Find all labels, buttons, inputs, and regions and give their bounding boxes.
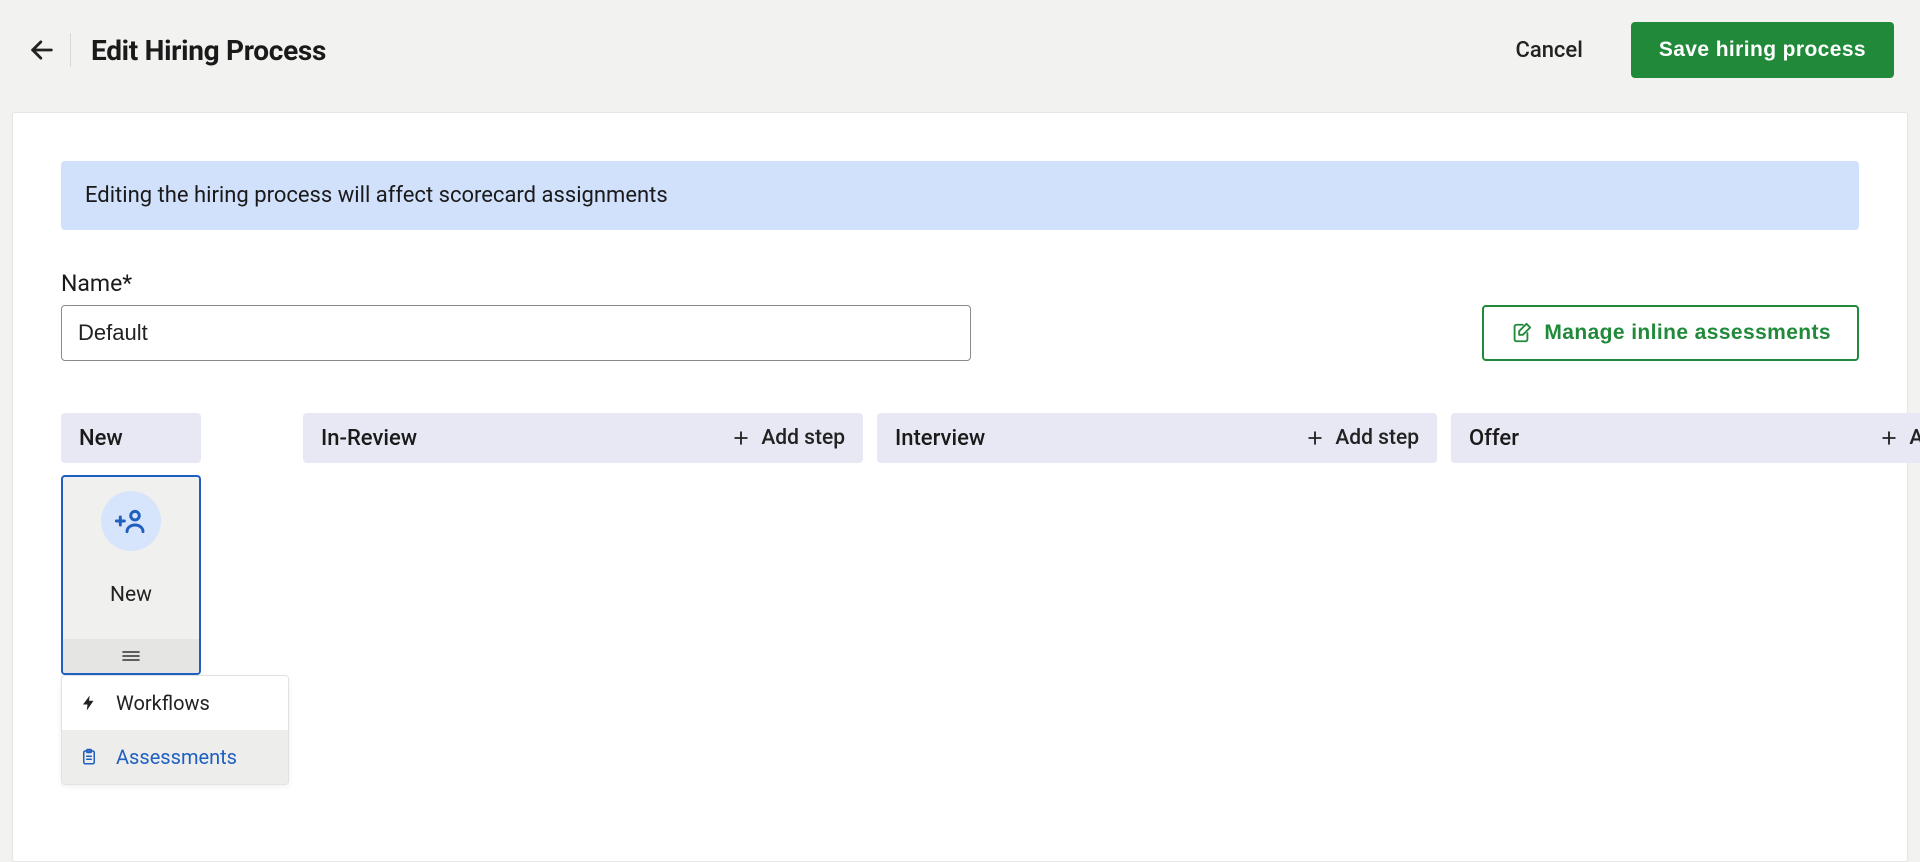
stage-column-interview: Interview Add step (877, 413, 1437, 463)
step-card-menu-handle[interactable] (63, 639, 199, 673)
manage-inline-assessments-label: Manage inline assessments (1544, 321, 1831, 345)
grip-lines-icon (121, 649, 141, 663)
add-step-offer[interactable]: Add step (1879, 426, 1920, 450)
info-banner: Editing the hiring process will affect s… (61, 161, 1859, 230)
add-step-in-review[interactable]: Add step (731, 426, 845, 450)
person-add-icon (115, 505, 147, 537)
stage-column-new: New New (61, 413, 289, 785)
stage-header-new: New (61, 413, 201, 463)
name-input[interactable] (61, 305, 971, 361)
save-hiring-process-button[interactable]: Save hiring process (1631, 22, 1894, 78)
stage-title-new: New (79, 426, 183, 451)
add-step-label: Add step (761, 426, 845, 450)
lightning-bolt-icon (80, 694, 102, 712)
add-step-label: Add step (1909, 426, 1920, 450)
name-label: Name* (61, 270, 971, 297)
back-button[interactable] (22, 30, 62, 70)
document-edit-icon (1510, 322, 1532, 344)
step-card-popover: Workflows Assessments (61, 675, 289, 785)
name-field-wrap: Name* (61, 270, 971, 361)
add-step-interview[interactable]: Add step (1305, 426, 1419, 450)
stage-title-interview: Interview (895, 426, 1293, 451)
stages-row: New New (61, 413, 1859, 785)
stage-column-in-review: In-Review Add step (303, 413, 863, 463)
plus-icon (1305, 428, 1325, 448)
step-icon-circle (101, 491, 161, 551)
plus-icon (1879, 428, 1899, 448)
add-step-label: Add step (1335, 426, 1419, 450)
manage-inline-assessments-button[interactable]: Manage inline assessments (1482, 305, 1859, 361)
popover-item-workflows[interactable]: Workflows (62, 676, 288, 730)
step-card-name: New (110, 583, 152, 607)
clipboard-icon (80, 747, 102, 767)
stage-title-offer: Offer (1469, 426, 1867, 451)
stage-header-offer: Offer Add step (1451, 413, 1920, 463)
step-card-new[interactable]: New (61, 475, 201, 675)
popover-item-assessments[interactable]: Assessments (62, 730, 288, 784)
vertical-divider (70, 33, 71, 67)
main-card: Editing the hiring process will affect s… (12, 112, 1908, 862)
cancel-button[interactable]: Cancel (1515, 38, 1582, 63)
arrow-left-icon (28, 36, 56, 64)
stage-header-in-review: In-Review Add step (303, 413, 863, 463)
page-title: Edit Hiring Process (91, 34, 326, 67)
popover-workflows-label: Workflows (116, 691, 210, 715)
stage-column-offer: Offer Add step (1451, 413, 1920, 463)
top-bar: Edit Hiring Process Cancel Save hiring p… (0, 0, 1920, 100)
plus-icon (731, 428, 751, 448)
stage-header-interview: Interview Add step (877, 413, 1437, 463)
stage-title-in-review: In-Review (321, 426, 719, 451)
popover-assessments-label: Assessments (116, 745, 237, 769)
form-row: Name* Manage inline assessments (61, 270, 1859, 361)
